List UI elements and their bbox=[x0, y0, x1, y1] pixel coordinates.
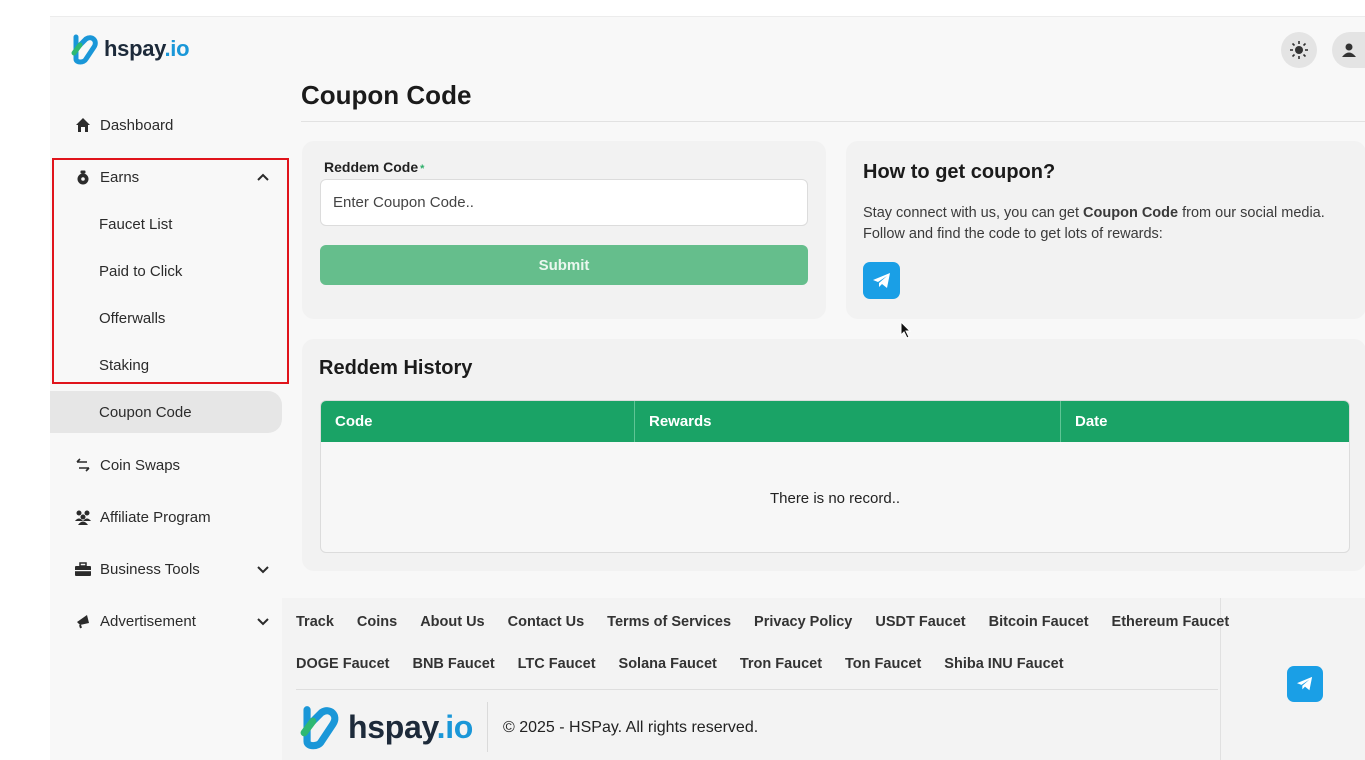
brand-name: hspay.io bbox=[348, 708, 474, 745]
footer-links-row-1: Track Coins About Us Contact Us Terms of… bbox=[296, 614, 1229, 630]
footer-brand-logo[interactable]: hspay.io bbox=[298, 704, 473, 750]
sidebar-item-coin-swaps[interactable]: Coin Swaps bbox=[50, 445, 285, 485]
logo-mark-icon bbox=[71, 34, 98, 65]
footer-links-row-2: DOGE Faucet BNB Faucet LTC Faucet Solana… bbox=[296, 656, 1216, 672]
footer-divider bbox=[296, 689, 1218, 690]
sidebar-item-label: Advertisement bbox=[100, 612, 196, 630]
sidebar-item-label: Business Tools bbox=[100, 560, 200, 578]
redeem-history-card: Reddem History Code Rewards Date There i… bbox=[302, 339, 1365, 571]
sidebar-item-paid-to-click[interactable]: Paid to Click bbox=[50, 248, 285, 295]
how-description: Stay connect with us, you can get Coupon… bbox=[863, 205, 1325, 242]
sidebar-item-label: Offerwalls bbox=[99, 310, 166, 327]
column-header-rewards[interactable]: Rewards bbox=[635, 401, 1061, 442]
telegram-button[interactable] bbox=[863, 262, 900, 299]
coupon-code-input[interactable] bbox=[320, 179, 808, 226]
user-menu-button[interactable] bbox=[1332, 32, 1365, 68]
sidebar-item-staking[interactable]: Staking bbox=[50, 342, 285, 389]
brand-name: hspay.io bbox=[104, 36, 190, 61]
money-bag-icon bbox=[74, 168, 92, 186]
footer-link-tron-faucet[interactable]: Tron Faucet bbox=[740, 656, 822, 672]
home-icon bbox=[74, 116, 92, 134]
footer-link-bitcoin-faucet[interactable]: Bitcoin Faucet bbox=[989, 614, 1089, 630]
column-header-code[interactable]: Code bbox=[321, 401, 635, 442]
history-table: Code Rewards Date There is no record.. bbox=[320, 400, 1350, 553]
sidebar-item-label: Affiliate Program bbox=[100, 508, 211, 526]
footer-link-solana-faucet[interactable]: Solana Faucet bbox=[619, 656, 717, 672]
submit-button[interactable]: Submit bbox=[320, 245, 808, 285]
how-title: How to get coupon? bbox=[863, 161, 1056, 183]
sidebar-item-label: Dashboard bbox=[100, 116, 174, 134]
footer-link-doge-faucet[interactable]: DOGE Faucet bbox=[296, 656, 389, 672]
users-icon bbox=[74, 508, 92, 526]
history-title: Reddem History bbox=[319, 357, 473, 379]
sidebar-item-earns[interactable]: Earns bbox=[50, 157, 285, 197]
logo-mark-icon bbox=[300, 706, 339, 750]
redeem-code-label: Reddem Code * bbox=[324, 159, 425, 175]
footer-link-ltc-faucet[interactable]: LTC Faucet bbox=[518, 656, 596, 672]
mouse-cursor-icon bbox=[900, 321, 912, 339]
sidebar-item-label: Paid to Click bbox=[99, 263, 183, 280]
sidebar-item-label: Staking bbox=[99, 357, 150, 374]
sun-icon bbox=[1290, 41, 1308, 59]
telegram-icon bbox=[872, 272, 890, 288]
sidebar-item-dashboard[interactable]: Dashboard bbox=[50, 105, 285, 145]
footer-link-coins[interactable]: Coins bbox=[357, 614, 397, 630]
copyright-text: © 2025 - HSPay. All rights reserved. bbox=[503, 719, 759, 736]
redeem-card: Reddem Code* Submit bbox=[302, 141, 826, 319]
sidebar-nav: Dashboard Earns Faucet List Paid to Clic… bbox=[50, 105, 285, 641]
brand-logo[interactable]: hspay.io bbox=[70, 33, 190, 65]
sidebar-item-label: Earns bbox=[100, 168, 140, 186]
footer-link-about-us[interactable]: About Us bbox=[420, 614, 484, 630]
footer-side-panel bbox=[1220, 598, 1365, 760]
footer-link-usdt-faucet[interactable]: USDT Faucet bbox=[875, 614, 965, 630]
footer-telegram-button[interactable] bbox=[1287, 666, 1323, 702]
how-to-get-coupon-card: How to get coupon? Stay connect with us,… bbox=[846, 141, 1365, 319]
theme-toggle-button[interactable] bbox=[1281, 32, 1317, 68]
chevron-down-icon bbox=[257, 618, 269, 626]
footer-link-privacy[interactable]: Privacy Policy bbox=[754, 614, 852, 630]
footer-link-shiba-faucet[interactable]: Shiba INU Faucet bbox=[944, 656, 1063, 672]
swap-icon bbox=[74, 456, 92, 474]
sidebar-item-coupon-code[interactable]: Coupon Code bbox=[50, 391, 282, 433]
table-header: Code Rewards Date bbox=[321, 401, 1349, 442]
column-header-date[interactable]: Date bbox=[1061, 401, 1349, 442]
footer-link-bnb-faucet[interactable]: BNB Faucet bbox=[412, 656, 494, 672]
footer-link-ethereum-faucet[interactable]: Ethereum Faucet bbox=[1112, 614, 1230, 630]
sidebar-item-offerwalls[interactable]: Offerwalls bbox=[50, 295, 285, 342]
sidebar-item-label: Faucet List bbox=[99, 216, 173, 233]
sidebar-item-affiliate-program[interactable]: Affiliate Program bbox=[50, 497, 285, 537]
footer-link-terms[interactable]: Terms of Services bbox=[607, 614, 731, 630]
telegram-icon bbox=[1297, 676, 1313, 691]
sidebar-item-label: Coin Swaps bbox=[100, 456, 181, 474]
page-title: Coupon Code bbox=[301, 80, 472, 110]
chevron-down-icon bbox=[257, 566, 269, 574]
sidebar: hspay.io Dashboard Earns Faucet List Pai… bbox=[50, 17, 285, 760]
sidebar-item-business-tools[interactable]: Business Tools bbox=[50, 549, 285, 589]
user-icon bbox=[1341, 43, 1356, 57]
megaphone-icon bbox=[74, 612, 92, 630]
title-divider bbox=[301, 121, 1365, 122]
sidebar-item-faucet-list[interactable]: Faucet List bbox=[50, 201, 285, 248]
required-mark: * bbox=[420, 163, 425, 175]
footer-vertical-divider bbox=[487, 702, 488, 752]
empty-state-message: There is no record.. bbox=[769, 490, 901, 507]
footer-link-contact-us[interactable]: Contact Us bbox=[508, 614, 585, 630]
chevron-up-icon bbox=[257, 173, 269, 181]
footer-link-ton-faucet[interactable]: Ton Faucet bbox=[845, 656, 921, 672]
sidebar-item-advertisement[interactable]: Advertisement bbox=[50, 601, 285, 641]
sidebar-item-label: Coupon Code bbox=[99, 403, 192, 421]
toolbox-icon bbox=[74, 560, 92, 578]
footer-link-track[interactable]: Track bbox=[296, 614, 334, 630]
